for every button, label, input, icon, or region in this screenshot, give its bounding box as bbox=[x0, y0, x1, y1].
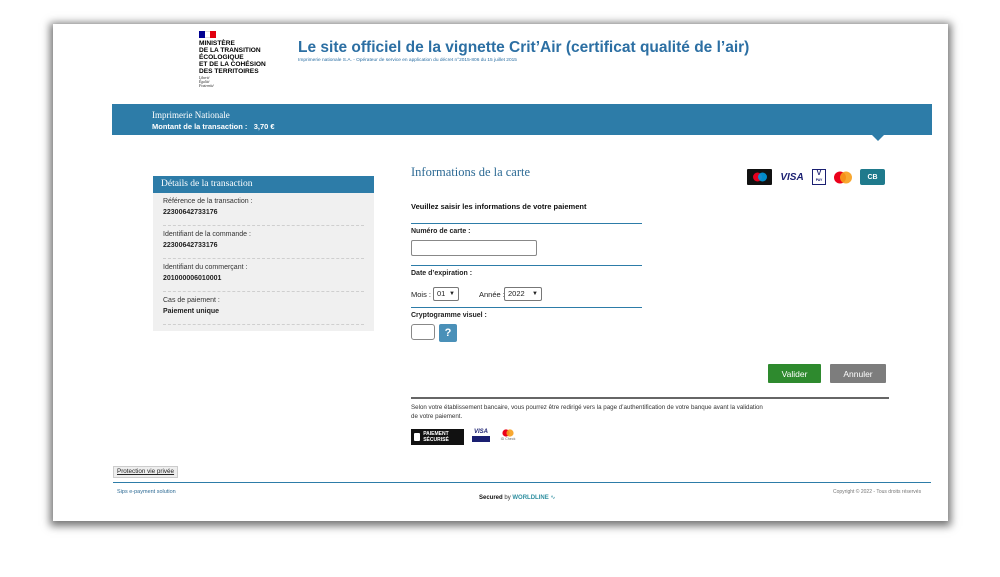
detail-label: Identifiant du commerçant : bbox=[163, 264, 248, 271]
secure-badge-text: PAIEMENT SÉCURISÉ bbox=[423, 431, 449, 443]
mastercard-idcheck-badge: ID Check bbox=[498, 429, 518, 445]
detail-value: 22300642733176 bbox=[163, 242, 218, 249]
payment-page: MINISTÈRE DE LA TRANSITION ÉCOLOGIQUE ET… bbox=[53, 24, 948, 521]
detail-label: Cas de paiement : bbox=[163, 297, 220, 304]
card-info-title: Informations de la carte bbox=[411, 165, 531, 179]
secured-by-text: by bbox=[504, 495, 511, 501]
detail-item: Référence de la transaction : 2230064273… bbox=[163, 193, 364, 226]
ministry-name: MINISTÈRE DE LA TRANSITION ÉCOLOGIQUE ET… bbox=[199, 40, 266, 75]
details-title: Détails de la transaction bbox=[153, 176, 374, 193]
bank-redirect-notice: Selon votre établissement bancaire, vous… bbox=[411, 404, 763, 420]
idcheck-text: ID Check bbox=[500, 437, 516, 441]
amount-value: 3,70 € bbox=[253, 122, 275, 131]
month-select[interactable]: 01 ▼ bbox=[433, 287, 459, 301]
card-number-input[interactable] bbox=[411, 240, 537, 256]
visa-badge-text: VISA bbox=[473, 429, 488, 435]
site-subtitle: Imprimerie nationale S.A. - Opérateur de… bbox=[298, 58, 517, 63]
secured-text: Secured bbox=[479, 495, 503, 501]
detail-item: Cas de paiement : Paiement unique bbox=[163, 292, 364, 325]
lock-icon bbox=[414, 433, 421, 441]
payment-instruction: Veuillez saisir les informations de votr… bbox=[411, 202, 587, 211]
expiry-label: Date d’expiration : bbox=[411, 270, 473, 277]
detail-value: 201000006010001 bbox=[163, 275, 222, 282]
cb-logo-icon[interactable]: CB bbox=[860, 169, 885, 185]
year-value: 2022 bbox=[508, 289, 525, 298]
sips-label: Sips e-payment solution bbox=[117, 489, 176, 495]
divider bbox=[411, 265, 642, 266]
year-select[interactable]: 2022 ▼ bbox=[504, 287, 542, 301]
copyright: Copyright © 2022 - Tous droits réservés bbox=[833, 489, 922, 495]
cvv-label: Cryptogramme visuel : bbox=[411, 312, 487, 319]
year-label: Année : bbox=[479, 290, 505, 299]
detail-value: 22300642733176 bbox=[163, 209, 218, 216]
detail-label: Identifiant de la commande : bbox=[163, 231, 251, 238]
amount-label: Montant de la transaction : bbox=[152, 122, 248, 131]
worldline-wave-icon: ∿ bbox=[550, 495, 556, 501]
privacy-link[interactable]: Protection vie privée bbox=[113, 466, 179, 478]
mastercard-logo-icon[interactable] bbox=[832, 169, 854, 185]
help-icon[interactable]: ? bbox=[439, 324, 457, 342]
visa-secure-bar-icon bbox=[472, 436, 490, 442]
merchant-band: Imprimerie Nationale Montant de la trans… bbox=[112, 104, 932, 135]
visa-secure-badge: VISA bbox=[472, 429, 490, 445]
secured-by-worldline: Secured by WORLDLINE ∿ bbox=[479, 494, 555, 501]
card-number-label: Numéro de carte : bbox=[411, 228, 471, 235]
chevron-down-icon: ▼ bbox=[449, 291, 455, 297]
republic-motto: Liberté Égalité Fraternité bbox=[199, 76, 214, 88]
transaction-amount: Montant de la transaction : 3,70 € bbox=[152, 122, 275, 131]
footer-divider bbox=[113, 482, 931, 483]
secure-payment-badge: PAIEMENT SÉCURISÉ bbox=[411, 429, 464, 445]
worldline-logo: WORLDLINE bbox=[512, 495, 549, 501]
card-brand-logos: VISA V PAY CB bbox=[747, 169, 885, 185]
site-title: Le site officiel de la vignette Crit’Air… bbox=[298, 39, 750, 56]
month-label: Mois : bbox=[411, 290, 432, 299]
detail-item: Identifiant du commerçant : 201000006010… bbox=[163, 259, 364, 292]
band-arrow-icon bbox=[872, 135, 884, 141]
security-badges: PAIEMENT SÉCURISÉ VISA ID Check bbox=[411, 429, 518, 445]
chevron-down-icon: ▼ bbox=[532, 291, 538, 297]
merchant-name: Imprimerie Nationale bbox=[152, 110, 230, 120]
month-value: 01 bbox=[437, 289, 446, 298]
maestro-logo-icon[interactable] bbox=[747, 169, 772, 185]
divider bbox=[411, 307, 642, 308]
detail-label: Référence de la transaction : bbox=[163, 198, 253, 205]
transaction-details-panel: Détails de la transaction Référence de l… bbox=[153, 176, 374, 331]
detail-item: Identifiant de la commande : 22300642733… bbox=[163, 226, 364, 259]
cvv-input[interactable] bbox=[411, 324, 435, 340]
mastercard-icon bbox=[502, 429, 514, 437]
detail-value: Paiement unique bbox=[163, 308, 220, 315]
divider bbox=[411, 223, 642, 224]
vpay-bottom: PAY bbox=[815, 178, 823, 182]
validate-button[interactable]: Valider bbox=[768, 364, 821, 383]
cancel-button[interactable]: Annuler bbox=[830, 364, 886, 383]
visa-logo-icon[interactable]: VISA bbox=[778, 169, 806, 185]
vpay-logo-icon[interactable]: V PAY bbox=[812, 169, 826, 185]
french-flag-icon bbox=[199, 31, 217, 38]
divider bbox=[411, 397, 889, 399]
ministry-logo: MINISTÈRE DE LA TRANSITION ÉCOLOGIQUE ET… bbox=[199, 31, 279, 88]
